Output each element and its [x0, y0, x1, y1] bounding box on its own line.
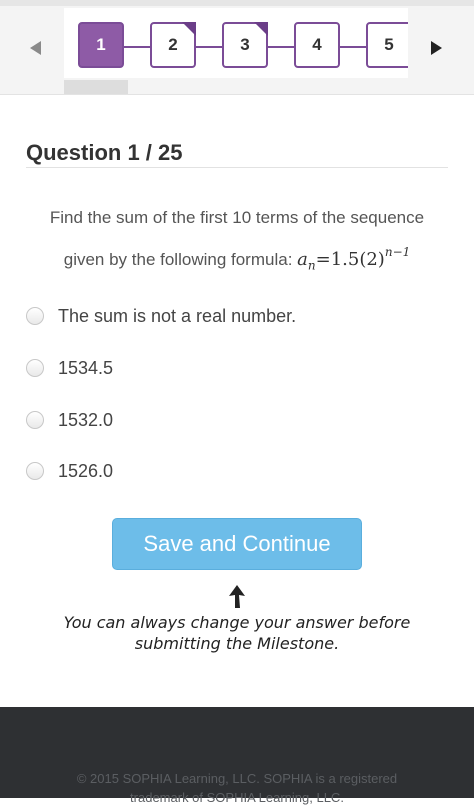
radio-button[interactable] — [26, 462, 44, 480]
hint-line: You can always change your answer before — [63, 613, 411, 632]
top-border — [0, 0, 474, 6]
save-and-continue-button[interactable]: Save and Continue — [112, 518, 362, 570]
question-pager: 1 2 3 4 5 — [64, 8, 408, 78]
question-number: 4 — [312, 35, 322, 54]
option-label: The sum is not a real number. — [58, 305, 297, 326]
question-number: 3 — [240, 35, 250, 54]
formula-variable: a — [297, 249, 308, 270]
formula-rhs: =1.5(2) — [315, 249, 385, 270]
answered-corner-flag — [182, 22, 196, 36]
question-number: 2 — [168, 35, 178, 54]
arrow-up-icon — [229, 585, 245, 614]
question-4-button[interactable]: 4 — [294, 22, 340, 68]
question-number: 5 — [384, 35, 394, 54]
answer-option-4[interactable]: 1526.0 — [26, 457, 113, 485]
hint-note: You can always change your answer before… — [40, 612, 434, 654]
question-title: Question 1 / 25 — [26, 140, 183, 165]
formula-exponent: n−1 — [384, 245, 411, 259]
radio-button[interactable] — [26, 411, 44, 429]
answer-option-2[interactable]: 1534.5 — [26, 354, 113, 382]
question-5-button[interactable]: 5 — [366, 22, 408, 68]
sequence-formula: an=1.5(2)n−1 — [297, 245, 410, 273]
question-prompt: Find the sum of the first 10 terms of th… — [26, 200, 448, 284]
pager-connector — [124, 46, 150, 48]
pager-connector — [196, 46, 222, 48]
divider — [26, 167, 448, 168]
question-number: 1 — [96, 35, 106, 54]
footer: © 2015 SOPHIA Learning, LLC. SOPHIA is a… — [0, 707, 474, 805]
option-label: 1532.0 — [58, 409, 114, 430]
previous-arrow-icon[interactable] — [26, 38, 46, 58]
prompt-line: given by the following formula: — [63, 250, 293, 269]
pager-scrollbar[interactable] — [64, 80, 128, 94]
question-1-button[interactable]: 1 — [78, 22, 124, 68]
option-label: 1534.5 — [58, 357, 114, 378]
question-3-button[interactable]: 3 — [222, 22, 268, 68]
next-arrow-icon[interactable] — [426, 38, 446, 58]
pager-connector — [340, 46, 366, 48]
radio-button[interactable] — [26, 307, 44, 325]
answer-option-3[interactable]: 1532.0 — [26, 406, 113, 434]
question-navigator-bar: 1 2 3 4 5 — [0, 0, 474, 95]
hint-line: submitting the Milestone. — [134, 634, 340, 653]
option-label: 1526.0 — [58, 460, 114, 481]
answer-option-1[interactable]: The sum is not a real number. — [26, 302, 296, 330]
question-2-button[interactable]: 2 — [150, 22, 196, 68]
radio-button[interactable] — [26, 359, 44, 377]
copyright-line: © 2015 SOPHIA Learning, LLC. SOPHIA is a… — [76, 771, 398, 786]
copyright-text: © 2015 SOPHIA Learning, LLC. SOPHIA is a… — [0, 769, 474, 807]
prompt-line: Find the sum of the first 10 terms of th… — [49, 208, 425, 227]
pager-connector — [268, 46, 294, 48]
answered-corner-flag — [254, 22, 268, 36]
formula-subscript: n — [307, 258, 316, 273]
